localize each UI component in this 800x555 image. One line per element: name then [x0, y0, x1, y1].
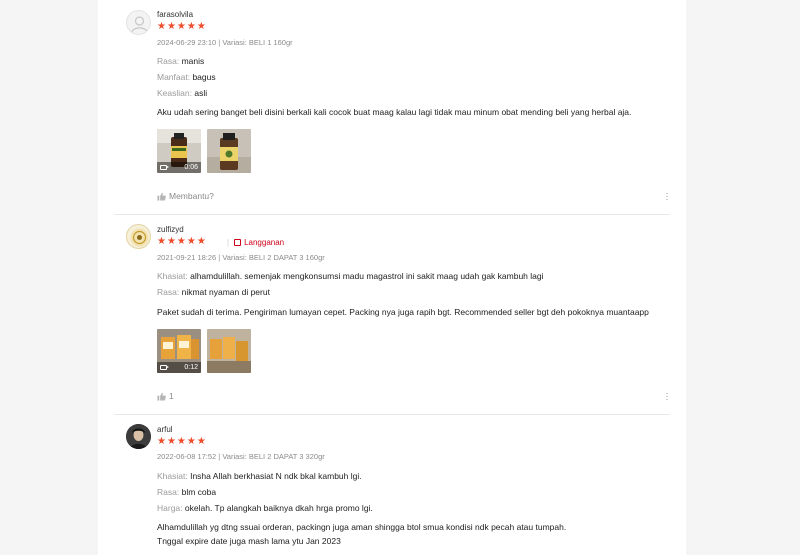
attribute-rasa: Rasa: manis [157, 56, 204, 66]
attribute-value: nikmat nyaman di perut [181, 287, 270, 297]
attribute-key: Rasa: [157, 287, 180, 297]
review-item: zulfizyd ★★★★★ | Langganan 2021-09-21 18… [114, 215, 670, 415]
separator: | [227, 238, 230, 247]
video-duration: 0:06 [184, 164, 198, 171]
review-item: arful ★★★★★ 2022-06-08 17:52 | Variasi: … [114, 415, 670, 555]
attribute-value: okelah. Tp alangkah baiknya dkah hrga pr… [184, 503, 373, 513]
video-camera-icon [160, 365, 169, 370]
attribute-key: Rasa: [157, 487, 180, 497]
attribute-key: Manfaat: [157, 72, 191, 82]
review-video-thumbnail[interactable]: 0:06 [157, 129, 201, 173]
thumbs-up-icon [157, 392, 166, 401]
review-item: farasolvila ★★★★★ 2024-06-29 23:10 | Var… [114, 0, 670, 215]
attribute-key: Khasiat: [157, 271, 188, 281]
product-bottle-photo [207, 129, 251, 173]
video-overlay: 0:12 [157, 362, 201, 373]
attribute-manfaat: Manfaat: bagus [157, 72, 216, 82]
review-text-line: Tnggal expire date juga mash lama ytu Ja… [157, 536, 341, 546]
review-photo-thumbnail[interactable] [207, 129, 251, 173]
attribute-value: bagus [192, 72, 216, 82]
username[interactable]: zulfizyd [157, 225, 184, 234]
more-vertical-icon[interactable]: · · · [664, 189, 670, 205]
review-text: Aku udah sering banget beli disini berka… [157, 107, 632, 117]
subscription-label: Langganan [244, 238, 285, 247]
avatar[interactable] [126, 224, 151, 249]
attribute-value: asli [194, 88, 208, 98]
video-overlay: 0:06 [157, 162, 201, 173]
attribute-value: Insha Allah berkhasiat N ndk bkal kambuh… [190, 471, 362, 481]
username[interactable]: arful [157, 425, 173, 434]
user-avatar-image [126, 424, 151, 449]
subscription-badge: | Langganan [227, 238, 284, 247]
video-camera-icon [160, 165, 169, 170]
default-avatar-icon [131, 16, 148, 33]
attribute-khasiat: Khasiat: Insha Allah berkhasiat N ndk bk… [157, 471, 362, 481]
attribute-harga: Harga: okelah. Tp alangkah baiknya dkah … [157, 503, 373, 513]
attribute-key: Harga: [157, 503, 183, 513]
rating-stars: ★★★★★ [157, 436, 207, 447]
attribute-rasa: Rasa: nikmat nyaman di perut [157, 287, 270, 297]
attribute-keaslian: Keaslian: asli [157, 88, 207, 98]
attribute-key: Keaslian: [157, 88, 192, 98]
review-text-line: Alhamdulillah yg dtng ssuai orderan, pac… [157, 522, 567, 532]
helpful-button[interactable]: Membantu? [157, 191, 214, 201]
avatar[interactable] [126, 424, 151, 449]
review-photo-thumbnail[interactable] [207, 329, 251, 373]
attribute-value: blm coba [181, 487, 217, 497]
user-avatar-image [130, 228, 149, 247]
avatar[interactable] [126, 10, 151, 35]
attribute-khasiat: Khasiat: alhamdulillah. semenjak mengkon… [157, 271, 544, 281]
attribute-value: alhamdulillah. semenjak mengkonsumsi mad… [190, 271, 544, 281]
helpful-label: Membantu? [169, 191, 214, 201]
attribute-rasa: Rasa: blm coba [157, 487, 216, 497]
username[interactable]: farasolvila [157, 10, 193, 19]
thumbs-up-icon [157, 192, 166, 201]
review-video-thumbnail[interactable]: 0:12 [157, 329, 201, 373]
helpful-button[interactable]: 1 [157, 391, 174, 401]
review-date-variant: 2022-06-08 17:52 | Variasi: BELI 2 DAPAT… [157, 452, 325, 461]
attribute-key: Khasiat: [157, 471, 188, 481]
review-text: Paket sudah di terima. Pengiriman lumaya… [157, 307, 649, 317]
rating-stars: ★★★★★ [157, 21, 207, 32]
review-date-variant: 2024-06-29 23:10 | Variasi: BELI 1 160gr [157, 38, 293, 47]
product-box-photo [207, 329, 251, 373]
attribute-value: manis [181, 56, 205, 66]
video-duration: 0:12 [184, 364, 198, 371]
shopping-bag-icon [234, 239, 242, 246]
more-vertical-icon[interactable]: · · · [664, 389, 670, 405]
attribute-key: Rasa: [157, 56, 180, 66]
rating-stars: ★★★★★ [157, 236, 207, 247]
review-date-variant: 2021-09-21 18:26 | Variasi: BELI 2 DAPAT… [157, 253, 325, 262]
helpful-count: 1 [169, 391, 174, 401]
